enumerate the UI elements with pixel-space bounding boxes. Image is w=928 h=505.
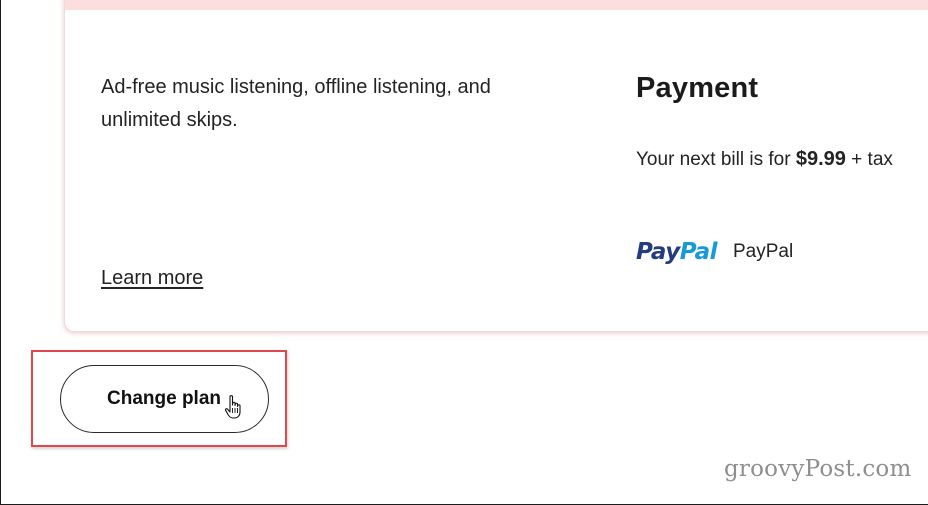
plan-description: Ad-free music listening, offline listeni…: [101, 76, 491, 131]
bill-amount: $9.99: [795, 148, 846, 170]
watermark: groovyPost.com: [724, 456, 912, 482]
payment-title: Payment: [636, 72, 759, 104]
payment-method-name: PayPal: [733, 241, 794, 262]
payment-method: PayPal PayPal: [636, 239, 793, 265]
card-top-bar: [65, 0, 928, 10]
next-bill-suffix: + tax: [845, 149, 893, 170]
next-bill-text: Your next bill is for $9.99 + tax: [636, 148, 893, 171]
paypal-logo-icon: PayPal: [636, 239, 718, 265]
next-bill-prefix: Your next bill is for: [636, 149, 796, 170]
hand-pointer-icon: [224, 395, 241, 419]
learn-more-link[interactable]: Learn more: [101, 267, 203, 290]
plan-card: Ad-free music listening, offline listeni…: [64, 0, 928, 332]
